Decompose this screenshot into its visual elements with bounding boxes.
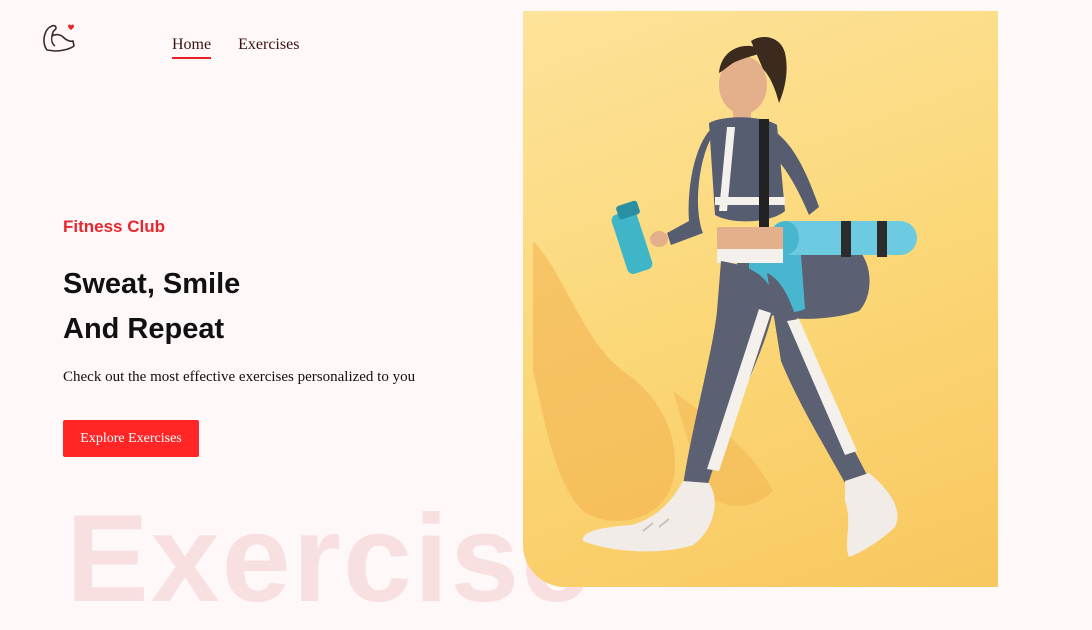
- hero-subtext: Check out the most effective exercises p…: [63, 369, 416, 385]
- flexing-arm-heart-icon: [43, 24, 75, 52]
- logo-icon[interactable]: [40, 20, 78, 56]
- headline-line-1: Sweat, Smile: [63, 268, 241, 300]
- explore-exercises-button[interactable]: Explore Exercises: [63, 420, 199, 457]
- woman-walking-with-gym-bag-image: [533, 37, 917, 557]
- hero-headline: Sweat, Smile And Repeat: [63, 262, 240, 352]
- main-nav: Home Exercises: [172, 36, 299, 59]
- headline-line-2: And Repeat: [63, 313, 225, 345]
- hero-kicker: Fitness Club: [63, 217, 166, 236]
- nav-home[interactable]: Home: [172, 36, 212, 59]
- nav-exercises[interactable]: Exercises: [238, 36, 299, 59]
- watermark-text: Exercise: [66, 490, 593, 628]
- hero-image: [523, 11, 998, 587]
